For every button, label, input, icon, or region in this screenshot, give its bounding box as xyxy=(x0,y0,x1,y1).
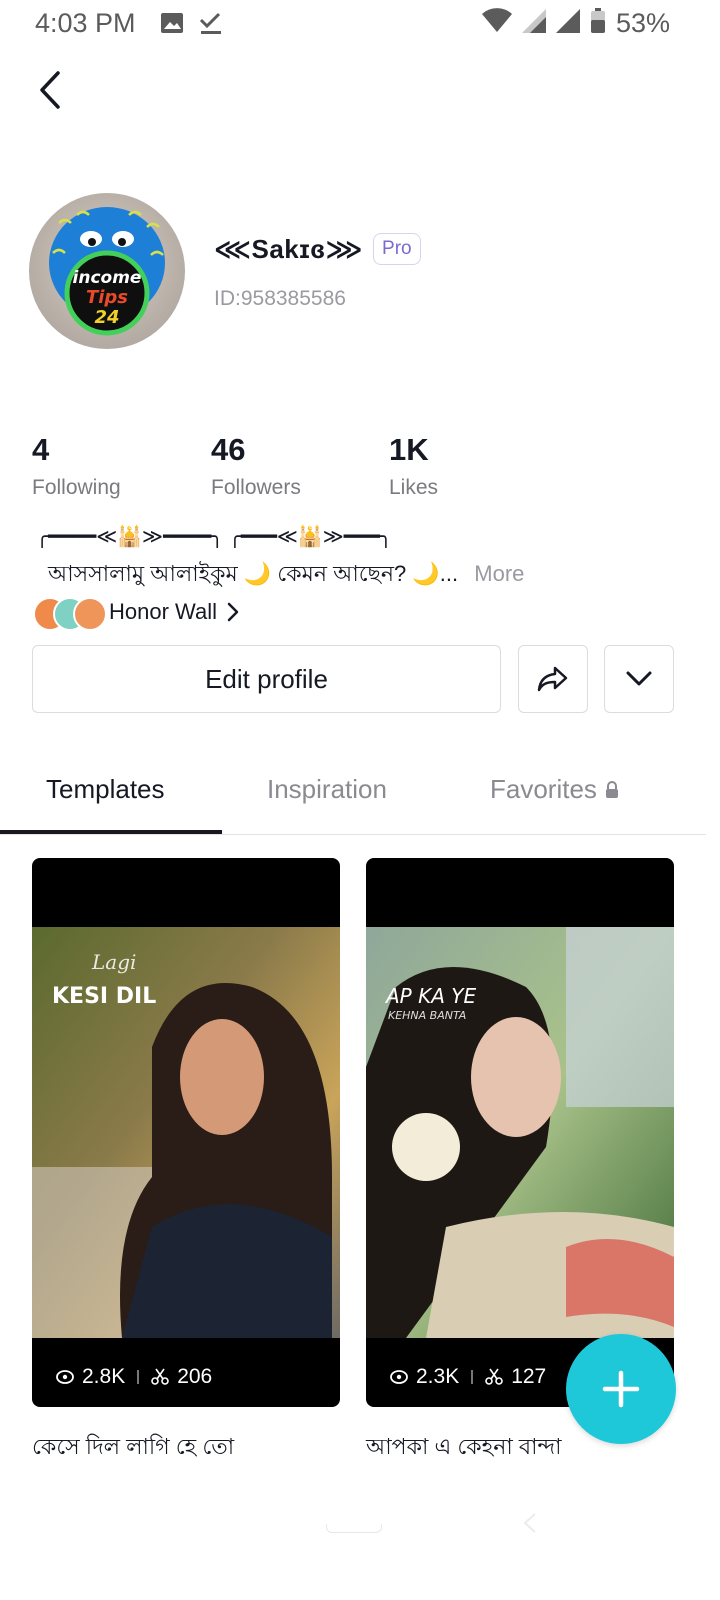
template-title[interactable]: কেসে দিল লাগি হে তো xyxy=(32,1430,234,1467)
honor-wall-label: Honor Wall xyxy=(109,599,217,624)
card-stats: 2.8K 206 xyxy=(56,1365,212,1389)
active-tab-indicator xyxy=(0,830,222,834)
stat-followers[interactable]: 46 Followers xyxy=(211,432,381,500)
home-gesture-bar[interactable] xyxy=(326,1524,382,1533)
tab-inspiration[interactable]: Inspiration xyxy=(267,774,387,805)
scissors-icon xyxy=(485,1368,504,1385)
honor-badges xyxy=(33,595,107,631)
thumbnail-overlay-text: Lagi xyxy=(91,950,136,974)
scissors-icon xyxy=(151,1368,170,1385)
stat-value: 4 xyxy=(32,432,50,467)
username: ⋘Sakɪɞ⋙ xyxy=(214,233,364,264)
create-button[interactable] xyxy=(566,1334,676,1444)
bio-more-link[interactable]: More xyxy=(474,561,524,586)
thumbnail-overlay-text: KEHNA BANTA xyxy=(388,1009,466,1022)
stat-value: 46 xyxy=(211,432,246,467)
svg-text:Tips: Tips xyxy=(86,287,128,308)
stat-likes[interactable]: 1K Likes xyxy=(389,432,559,500)
card-stats: 2.3K 127 xyxy=(390,1365,546,1389)
thumbnail-overlay-text: AP KA YE xyxy=(384,984,476,1008)
task-done-icon xyxy=(198,10,224,41)
view-count: 2.8K xyxy=(82,1365,126,1388)
edit-profile-button[interactable]: Edit profile xyxy=(32,645,501,713)
avatar[interactable]: income Tips 24 xyxy=(29,193,185,349)
battery-icon xyxy=(590,8,606,39)
template-thumbnail: AP KA YE KEHNA BANTA xyxy=(366,927,674,1338)
tab-favorites[interactable]: Favorites xyxy=(490,774,619,805)
eye-icon xyxy=(56,1370,74,1384)
status-time: 4:03 PM xyxy=(35,8,136,38)
battery-percent: 53% xyxy=(615,8,670,38)
stat-value: 1K xyxy=(389,432,429,467)
badge-icon xyxy=(73,597,107,631)
tab-favorites-label: Favorites xyxy=(490,774,597,804)
thumbnail-overlay-text: KESI DIL xyxy=(52,984,156,1009)
view-count: 2.3K xyxy=(416,1365,460,1388)
bio: আসসালামু আলাইকুম 🌙 কেমন আছেন? 🌙... More xyxy=(48,557,524,594)
share-icon xyxy=(537,666,568,692)
bio-text: আসসালামু আলাইকুম 🌙 কেমন আছেন? 🌙... xyxy=(48,561,459,586)
chevron-left-icon xyxy=(40,71,60,109)
status-bar: 4:03 PM 53% xyxy=(0,0,720,50)
stat-label: Likes xyxy=(389,476,439,499)
tab-templates[interactable]: Templates xyxy=(46,774,165,805)
system-back-button[interactable] xyxy=(522,1512,538,1539)
honor-wall-link[interactable]: Honor Wall xyxy=(33,595,239,631)
use-count: 127 xyxy=(511,1365,547,1388)
more-options-button[interactable] xyxy=(604,645,674,713)
back-arrow-icon xyxy=(523,1513,536,1533)
signal-icon xyxy=(521,9,546,38)
template-title[interactable]: আপকা এ কেহনা বান্দা xyxy=(366,1430,561,1467)
stat-label: Following xyxy=(32,476,121,499)
svg-text:24: 24 xyxy=(94,307,119,328)
use-count: 206 xyxy=(177,1365,213,1388)
profile-tabs: Templates Inspiration Favorites xyxy=(0,760,706,835)
svg-text:income: income xyxy=(73,268,142,288)
image-notification-icon xyxy=(160,11,184,40)
template-thumbnail: Lagi KESI DIL xyxy=(32,927,340,1338)
lock-icon xyxy=(605,780,618,798)
share-profile-button[interactable] xyxy=(518,645,588,713)
template-card[interactable]: Lagi KESI DIL 2.8K 206 xyxy=(32,858,340,1407)
stat-label: Followers xyxy=(211,476,301,499)
pro-badge[interactable]: Pro xyxy=(373,233,421,265)
user-id: ID:958385586 xyxy=(214,287,346,310)
signal-icon xyxy=(555,9,580,38)
eye-icon xyxy=(390,1370,408,1384)
wifi-icon xyxy=(481,8,512,39)
template-card[interactable]: AP KA YE KEHNA BANTA 2.3K 127 xyxy=(366,858,674,1407)
back-button[interactable] xyxy=(26,62,74,118)
chevron-right-icon xyxy=(227,602,239,622)
chevron-down-icon xyxy=(626,671,652,686)
stat-following[interactable]: 4 Following xyxy=(32,432,202,500)
plus-icon xyxy=(602,1370,640,1408)
bio-decoration: ╭━━━━≪🕌≫━━━━╮ ╭━━━≪🕌≫━━━╮ xyxy=(36,526,392,548)
